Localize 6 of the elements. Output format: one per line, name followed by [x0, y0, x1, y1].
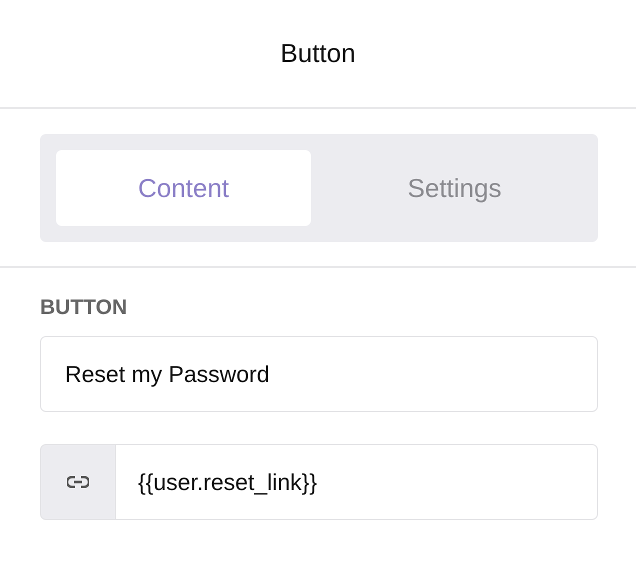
link-field[interactable]: {{user.reset_link}} [116, 444, 598, 520]
section-label: BUTTON [40, 296, 128, 320]
panel-title: Button [280, 38, 356, 69]
link-icon [67, 476, 89, 488]
input-field[interactable]: Reset my Password [40, 336, 598, 412]
tab[interactable]: Content [56, 150, 311, 226]
